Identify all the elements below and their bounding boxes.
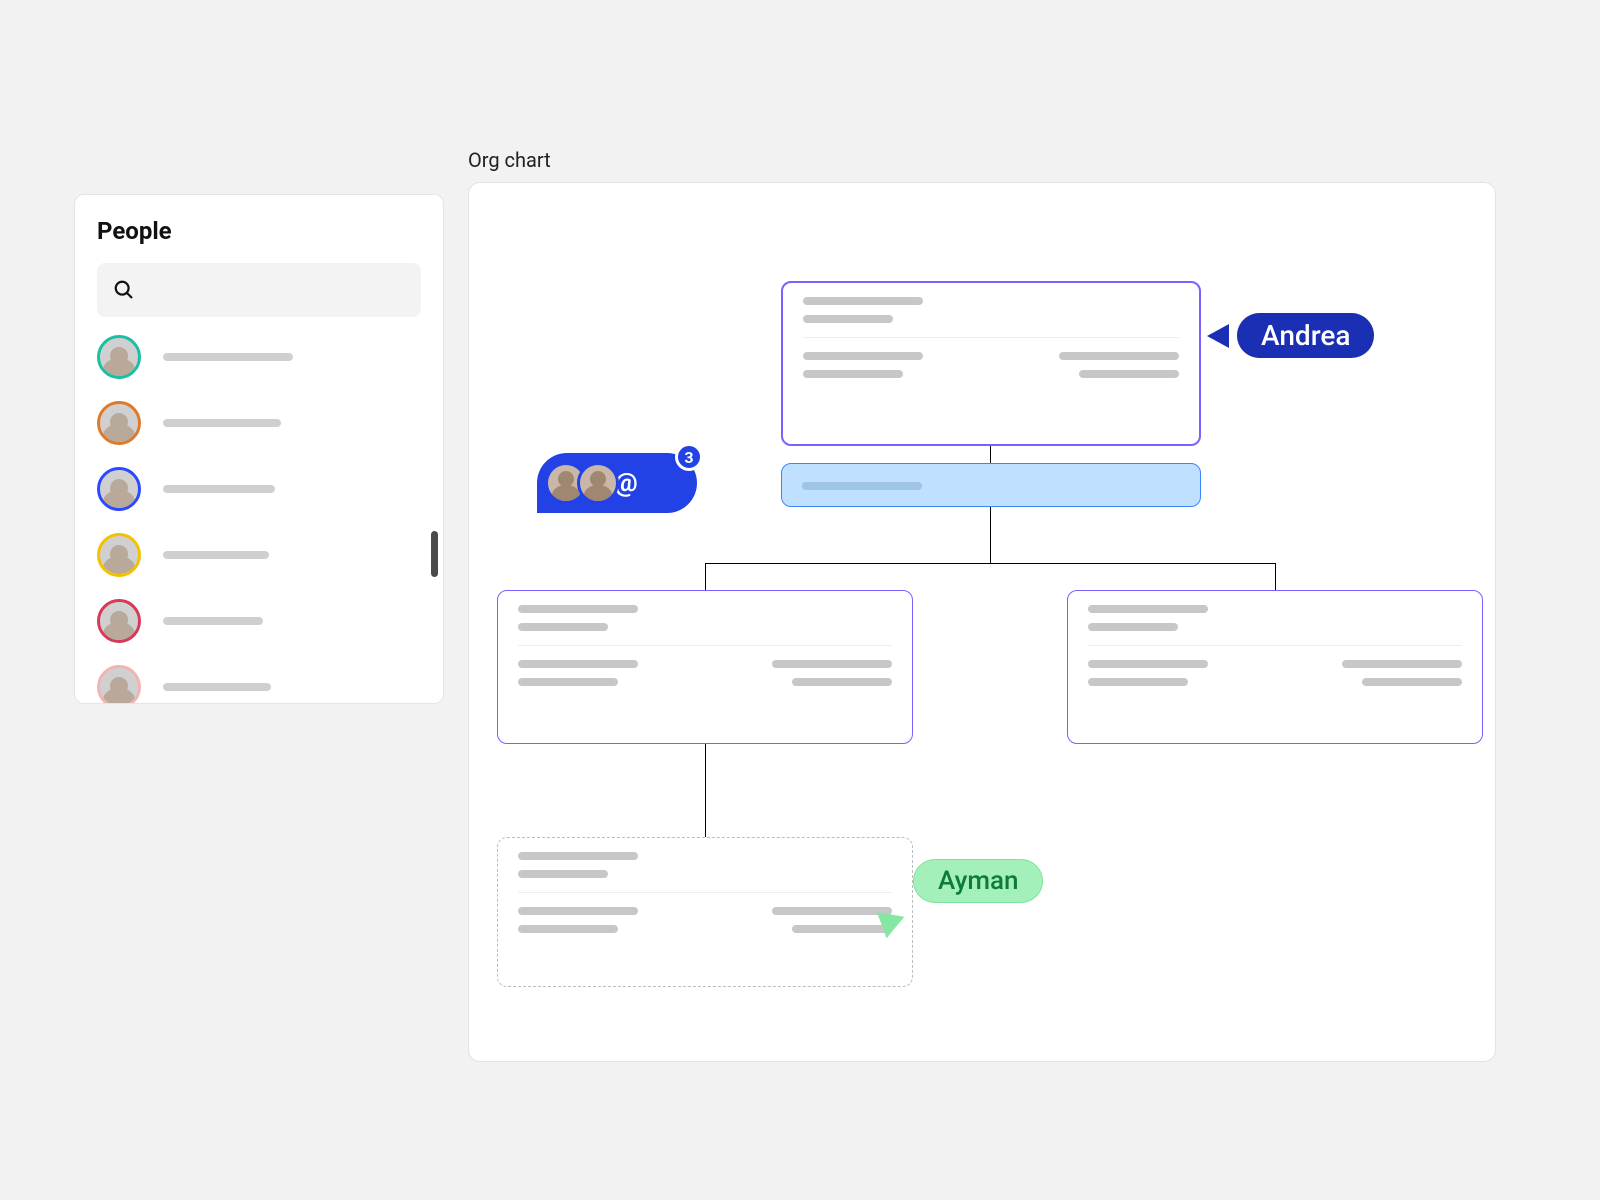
search-field[interactable] xyxy=(145,280,405,301)
placeholder-line xyxy=(1088,605,1208,613)
comment-thread-bubble[interactable]: @ 3 xyxy=(537,453,697,513)
placeholder-line xyxy=(163,683,271,691)
avatar xyxy=(97,401,141,445)
placeholder-line xyxy=(1088,660,1208,668)
connector xyxy=(705,744,706,837)
placeholder-line xyxy=(1342,660,1462,668)
cursor-arrow-icon xyxy=(1207,324,1229,348)
person-row[interactable] xyxy=(97,599,421,643)
placeholder-line xyxy=(792,678,892,686)
placeholder-line xyxy=(163,551,269,559)
org-chart-canvas[interactable]: Andrea Ayman @ 3 xyxy=(468,182,1496,1062)
org-node-child-right[interactable] xyxy=(1067,590,1483,744)
connector xyxy=(990,446,991,463)
placeholder-line xyxy=(772,907,892,915)
collaborator-name-label: Ayman xyxy=(913,859,1043,903)
placeholder-line xyxy=(163,485,275,493)
connector xyxy=(990,507,991,563)
person-row[interactable] xyxy=(97,401,421,445)
comment-count-badge: 3 xyxy=(675,443,703,471)
avatar xyxy=(97,599,141,643)
person-row[interactable] xyxy=(97,665,421,704)
canvas-title: Org chart xyxy=(468,148,551,172)
org-node-child-left[interactable] xyxy=(497,590,913,744)
search-icon xyxy=(113,279,135,301)
placeholder-line xyxy=(518,925,618,933)
people-panel: People xyxy=(74,194,444,704)
connector xyxy=(1275,563,1276,590)
collaborator-name-label: Andrea xyxy=(1237,313,1374,358)
org-node-draft[interactable] xyxy=(497,837,913,987)
placeholder-line xyxy=(163,419,281,427)
person-row[interactable] xyxy=(97,533,421,577)
placeholder-line xyxy=(163,353,293,361)
placeholder-line xyxy=(1088,678,1188,686)
avatar xyxy=(577,462,619,504)
placeholder-line xyxy=(518,907,638,915)
placeholder-line xyxy=(802,482,922,490)
placeholder-line xyxy=(772,660,892,668)
scrollbar-thumb[interactable] xyxy=(431,531,438,577)
placeholder-line xyxy=(518,852,638,860)
placeholder-line xyxy=(803,370,903,378)
placeholder-line xyxy=(803,315,893,323)
search-input[interactable] xyxy=(97,263,421,317)
placeholder-line xyxy=(518,870,608,878)
org-node-root[interactable] xyxy=(781,281,1201,446)
placeholder-line xyxy=(803,352,923,360)
placeholder-line xyxy=(518,605,638,613)
people-list xyxy=(97,335,421,704)
placeholder-line xyxy=(792,925,892,933)
connector xyxy=(705,563,706,590)
placeholder-line xyxy=(803,297,923,305)
placeholder-line xyxy=(1079,370,1179,378)
person-row[interactable] xyxy=(97,335,421,379)
person-row[interactable] xyxy=(97,467,421,511)
placeholder-line xyxy=(1059,352,1179,360)
avatar xyxy=(97,533,141,577)
placeholder-line xyxy=(518,678,618,686)
placeholder-line xyxy=(518,623,608,631)
avatar xyxy=(97,335,141,379)
avatar xyxy=(97,467,141,511)
placeholder-line xyxy=(1088,623,1178,631)
avatar xyxy=(97,665,141,704)
placeholder-line xyxy=(518,660,638,668)
collaborator-cursor-andrea: Andrea xyxy=(1207,313,1374,358)
connector xyxy=(705,563,1275,564)
org-node-subheader[interactable] xyxy=(781,463,1201,507)
placeholder-line xyxy=(1362,678,1462,686)
collaborator-cursor-ayman: Ayman xyxy=(913,859,1043,903)
people-panel-title: People xyxy=(97,217,421,245)
placeholder-line xyxy=(163,617,263,625)
